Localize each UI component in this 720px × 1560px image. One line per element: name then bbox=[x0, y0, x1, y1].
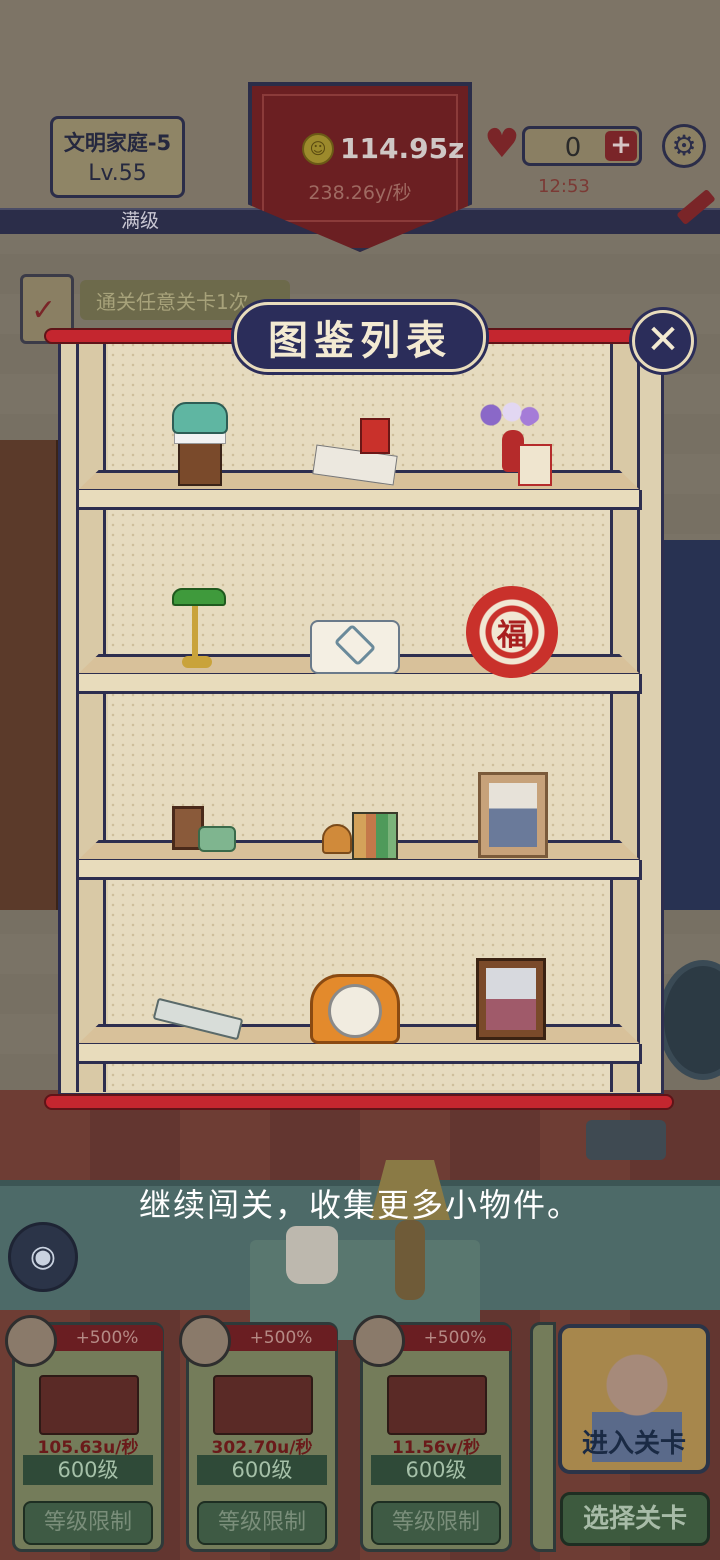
furniture-level: 600级 bbox=[197, 1455, 327, 1485]
red-box-item[interactable] bbox=[360, 418, 390, 454]
couple-photo-item[interactable] bbox=[476, 958, 546, 1040]
select-level-button[interactable]: 选择关卡 bbox=[560, 1492, 710, 1546]
shelf-post-left bbox=[76, 336, 106, 1092]
gift-box-item[interactable] bbox=[518, 444, 552, 486]
desk-lamp-arm bbox=[192, 600, 198, 658]
bonus-badge: +500% bbox=[225, 1325, 337, 1351]
clock-face bbox=[328, 984, 382, 1038]
enter-level-label: 进入关卡 bbox=[581, 1429, 686, 1459]
family-photo-item[interactable] bbox=[478, 772, 548, 858]
avatar bbox=[179, 1315, 231, 1367]
heart-icon: ♥ bbox=[484, 121, 520, 167]
fu-character: 福 bbox=[497, 618, 527, 653]
coin-value: 114.95z bbox=[340, 132, 465, 165]
rotary-phone-item[interactable] bbox=[172, 402, 228, 434]
family-level-badge[interactable]: 文明家庭-5 Lv.55 bbox=[50, 116, 185, 198]
furniture-card-1[interactable]: +500% 105.63u/秒 600级 等级限制 bbox=[5, 1315, 164, 1552]
furniture-image bbox=[39, 1375, 139, 1435]
furniture-card-4-partial[interactable] bbox=[530, 1322, 556, 1552]
coin-banner-inner: ☺ 114.95z 238.26y/秒 bbox=[262, 94, 464, 222]
books-item[interactable] bbox=[352, 812, 398, 860]
tea-cups-item[interactable] bbox=[198, 826, 236, 852]
game-console bbox=[586, 1120, 666, 1160]
family-level: Lv.55 bbox=[88, 161, 147, 186]
coin-rate: 238.26y/秒 bbox=[308, 182, 412, 204]
desk-lamp-foot bbox=[182, 656, 212, 668]
level-limit-button[interactable]: 等级限制 bbox=[197, 1501, 327, 1545]
camera-icon[interactable]: ◉ bbox=[8, 1222, 78, 1292]
avatar bbox=[353, 1315, 405, 1367]
smiley-coin-icon: ☺ bbox=[302, 132, 334, 165]
furniture-card-3[interactable]: +500% 11.56v/秒 600级 等级限制 bbox=[353, 1315, 512, 1552]
small-clock-item[interactable] bbox=[322, 824, 352, 854]
furniture-image bbox=[213, 1375, 313, 1435]
enamel-jar bbox=[286, 1226, 338, 1284]
modal-title: 图鉴列表 bbox=[268, 317, 452, 364]
couple-photo-image bbox=[486, 968, 536, 1030]
max-level-label: 满级 bbox=[120, 210, 159, 232]
check-icon: ✓ bbox=[31, 293, 57, 328]
furniture-card-2[interactable]: +500% 302.70u/秒 600级 等级限制 bbox=[179, 1315, 338, 1552]
wooden-stool-item[interactable] bbox=[178, 440, 222, 486]
flowers-item bbox=[470, 400, 540, 430]
add-hearts-button[interactable]: + bbox=[605, 131, 637, 161]
enter-level-button[interactable]: 进入关卡 bbox=[558, 1324, 710, 1474]
modal-title-plate: 图鉴列表 bbox=[234, 302, 486, 372]
level-limit-button[interactable]: 等级限制 bbox=[371, 1501, 501, 1545]
gear-icon[interactable]: ⚙ bbox=[662, 124, 706, 168]
bonus-badge: +500% bbox=[51, 1325, 163, 1351]
family-photo-image bbox=[489, 783, 537, 847]
heart-timer: 12:53 bbox=[538, 176, 590, 197]
heart-count: 0 bbox=[564, 133, 582, 163]
wardrobe bbox=[0, 440, 60, 910]
bonus-badge: +500% bbox=[399, 1325, 511, 1351]
green-desk-lamp-item[interactable] bbox=[172, 588, 226, 606]
shelf-post-right bbox=[610, 336, 640, 1092]
heart-box: 0 + bbox=[522, 126, 642, 166]
avatar bbox=[5, 1315, 57, 1367]
furniture-level: 600级 bbox=[371, 1455, 501, 1485]
family-name: 文明家庭-5 bbox=[63, 131, 172, 155]
furniture-level: 600级 bbox=[23, 1455, 153, 1485]
shelf-bottom-rail bbox=[44, 1094, 674, 1110]
table-lamp-base bbox=[395, 1220, 425, 1300]
hearts-counter: 0 + ♥ bbox=[484, 122, 644, 168]
close-icon[interactable]: ✕ bbox=[632, 310, 694, 372]
coin-row: ☺ 114.95z bbox=[302, 132, 464, 165]
furniture-image bbox=[387, 1375, 487, 1435]
level-limit-button[interactable]: 等级限制 bbox=[23, 1501, 153, 1545]
fu-paper-cut-item[interactable]: 福 bbox=[466, 586, 558, 678]
collection-prompt: 继续闯关，收集更多小物件。 bbox=[138, 1186, 581, 1224]
fridge bbox=[660, 540, 720, 910]
